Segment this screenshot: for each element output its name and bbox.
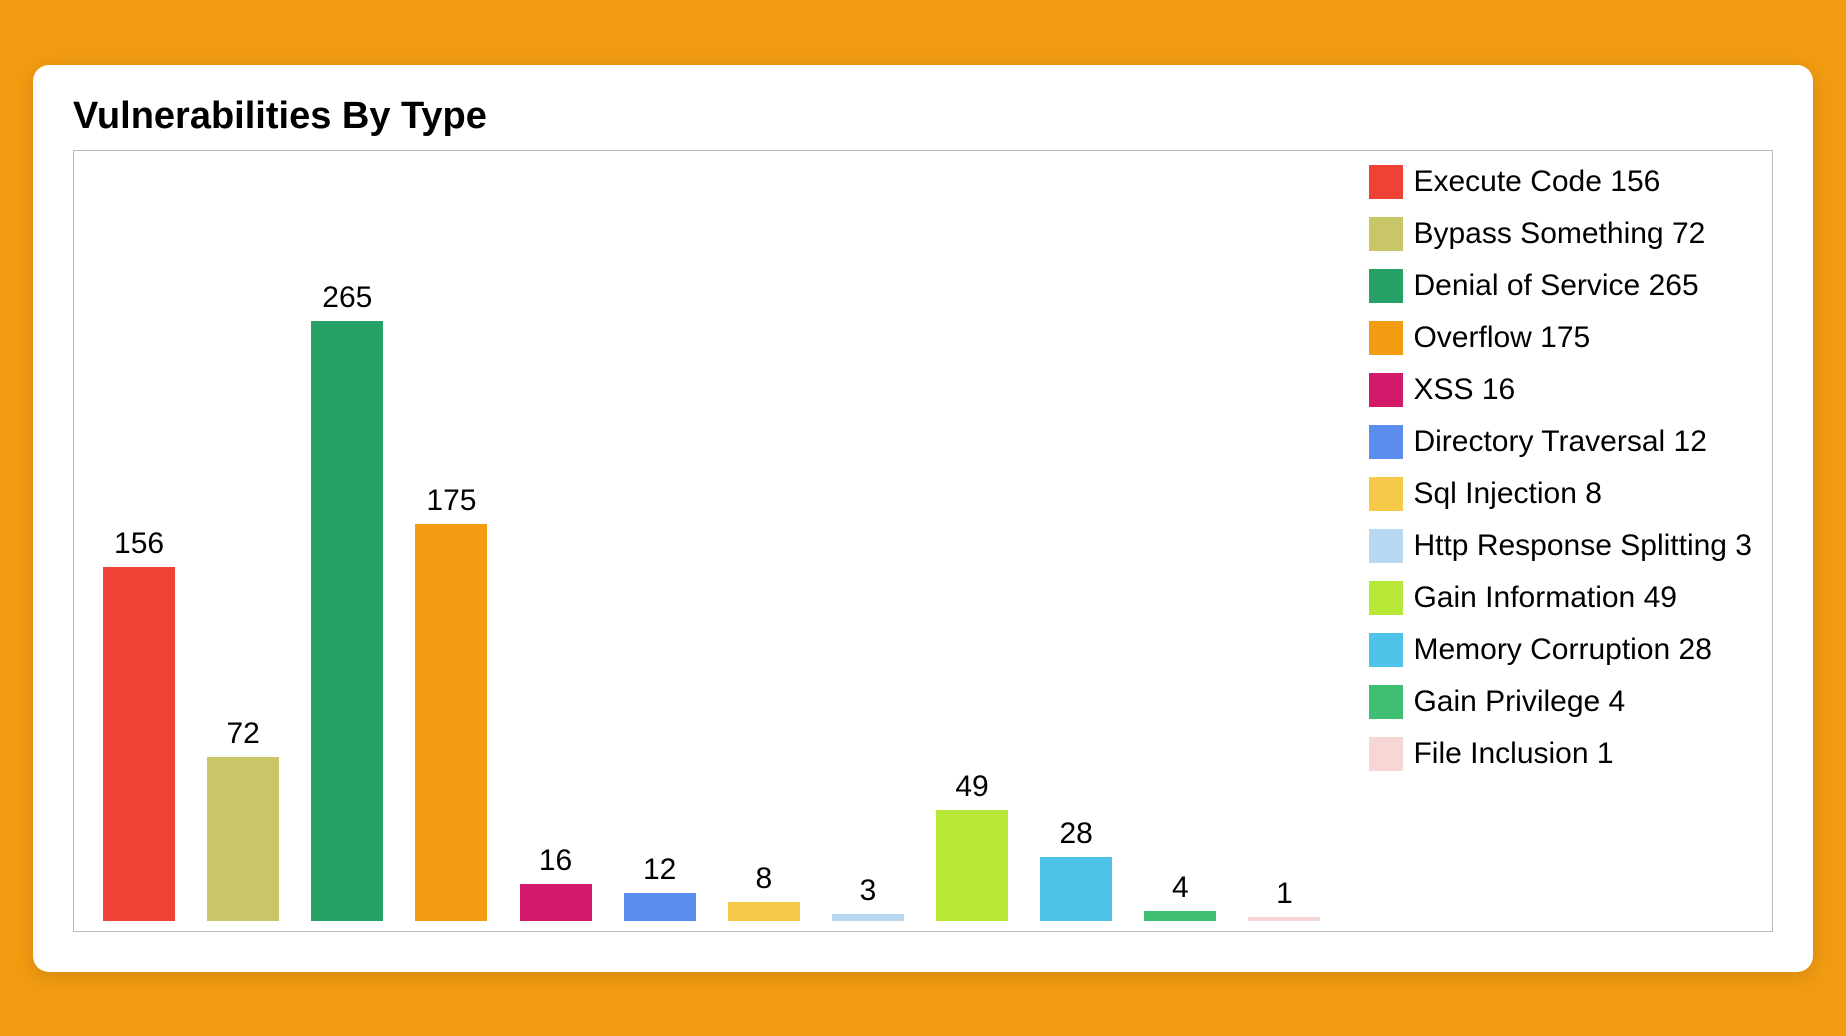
bar-value-label: 4 — [1172, 871, 1189, 905]
legend-item: Bypass Something 72 — [1369, 217, 1752, 251]
legend-swatch — [1369, 165, 1403, 199]
bar-column: 1 — [1239, 181, 1329, 921]
bar — [207, 757, 279, 920]
legend: Execute Code 156 Bypass Something 72 Denia… — [1369, 161, 1752, 921]
legend-item: Overflow 175 — [1369, 321, 1752, 355]
legend-swatch — [1369, 425, 1403, 459]
bar-value-label: 28 — [1060, 817, 1093, 851]
plot-area: 156 72 265 175 16 12 8 3 49 28 4 1 — [84, 161, 1339, 921]
legend-item: Http Response Splitting 3 — [1369, 529, 1752, 563]
bar — [103, 567, 175, 920]
legend-label: Bypass Something 72 — [1413, 217, 1705, 251]
bar-column: 265 — [302, 181, 392, 921]
bar — [832, 914, 904, 921]
chart-title: Vulnerabilities By Type — [73, 95, 1773, 138]
bar-column: 4 — [1135, 181, 1225, 921]
bar — [624, 893, 696, 920]
bar-column: 28 — [1031, 181, 1121, 921]
bar — [311, 321, 383, 921]
bar-column: 175 — [406, 181, 496, 921]
legend-label: Sql Injection 8 — [1413, 477, 1601, 511]
bar-value-label: 1 — [1276, 877, 1293, 911]
bar-column: 8 — [719, 181, 809, 921]
legend-swatch — [1369, 633, 1403, 667]
legend-item: Gain Privilege 4 — [1369, 685, 1752, 719]
chart-container: 156 72 265 175 16 12 8 3 49 28 4 1 Execute Code 156… — [73, 150, 1773, 932]
bar-column: 3 — [823, 181, 913, 921]
legend-swatch — [1369, 529, 1403, 563]
legend-label: Gain Privilege 4 — [1413, 685, 1625, 719]
bar-value-label: 16 — [539, 844, 572, 878]
bar — [728, 902, 800, 920]
legend-swatch — [1369, 269, 1403, 303]
legend-swatch — [1369, 321, 1403, 355]
legend-label: Execute Code 156 — [1413, 165, 1660, 199]
legend-item: File Inclusion 1 — [1369, 737, 1752, 771]
bar-value-label: 175 — [426, 484, 476, 518]
legend-item: Execute Code 156 — [1369, 165, 1752, 199]
legend-label: Memory Corruption 28 — [1413, 633, 1711, 667]
legend-swatch — [1369, 217, 1403, 251]
legend-label: File Inclusion 1 — [1413, 737, 1613, 771]
bar-value-label: 72 — [227, 717, 260, 751]
legend-swatch — [1369, 685, 1403, 719]
bar-column: 16 — [511, 181, 601, 921]
legend-label: Gain Information 49 — [1413, 581, 1676, 615]
legend-swatch — [1369, 737, 1403, 771]
bar — [415, 524, 487, 920]
bar-column: 12 — [615, 181, 705, 921]
legend-swatch — [1369, 373, 1403, 407]
bar — [1248, 917, 1320, 921]
bar-value-label: 156 — [114, 527, 164, 561]
legend-item: Directory Traversal 12 — [1369, 425, 1752, 459]
chart-card: Vulnerabilities By Type 1567226517516128… — [33, 65, 1813, 972]
legend-label: Directory Traversal 12 — [1413, 425, 1706, 459]
legend-item: XSS 16 — [1369, 373, 1752, 407]
bar-column: 156 — [94, 181, 184, 921]
legend-swatch — [1369, 581, 1403, 615]
legend-item: Gain Information 49 — [1369, 581, 1752, 615]
bar — [1144, 911, 1216, 920]
legend-label: Http Response Splitting 3 — [1413, 529, 1752, 563]
bar-column: 49 — [927, 181, 1017, 921]
legend-label: Denial of Service 265 — [1413, 269, 1698, 303]
bar-value-label: 12 — [643, 853, 676, 887]
bar — [520, 884, 592, 920]
legend-item: Sql Injection 8 — [1369, 477, 1752, 511]
bar-value-label: 49 — [955, 770, 988, 804]
legend-item: Denial of Service 265 — [1369, 269, 1752, 303]
bar — [1040, 857, 1112, 920]
legend-label: XSS 16 — [1413, 373, 1515, 407]
bar-column: 72 — [198, 181, 288, 921]
bar — [936, 810, 1008, 921]
bar-value-label: 8 — [755, 862, 772, 896]
legend-label: Overflow 175 — [1413, 321, 1590, 355]
bar-value-label: 265 — [322, 281, 372, 315]
legend-item: Memory Corruption 28 — [1369, 633, 1752, 667]
bar-value-label: 3 — [860, 874, 877, 908]
legend-swatch — [1369, 477, 1403, 511]
